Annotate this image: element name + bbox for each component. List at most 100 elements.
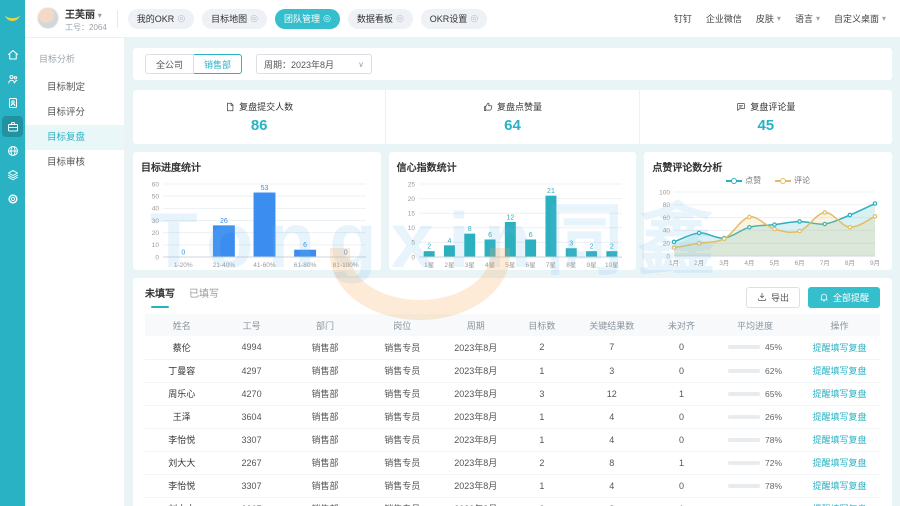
cell-period: 2023年8月 [439,336,513,359]
progress-value: 45% [765,342,782,352]
menu-custom-desktop[interactable]: 自定义桌面▾ [834,12,886,25]
layers-icon[interactable] [2,164,23,185]
svg-text:21-40%: 21-40% [213,262,236,269]
progress-bar [728,345,760,349]
goal-progress-bar-chart: 010203040506001-20%2621-40%5341-60%661-8… [141,174,372,270]
remind-fill-review-link[interactable]: 提醒填写复盘 [813,412,867,422]
cell-objectives: 2 [512,451,571,474]
svg-text:1-20%: 1-20% [174,262,193,269]
legend-likes[interactable]: 点赞 [726,175,761,186]
cell-period: 2023年8月 [439,474,513,497]
avatar[interactable] [37,7,59,29]
svg-text:5: 5 [411,240,415,247]
cell-department: 销售部 [285,336,366,359]
cell-department: 销售部 [285,474,366,497]
nav-tab-goal-map[interactable]: 目标地图◎ [202,9,267,29]
table-row: 王泽 3604 销售部 销售专员 2023年8月 1 4 0 26% 提醒填写复… [145,405,880,428]
cell-avg-progress: 26% [711,405,799,428]
cell-employee-id: 4270 [219,382,285,405]
menu-skin[interactable]: 皮肤▾ [756,12,781,25]
cell-department: 销售部 [285,497,366,506]
cell-action: 提醒填写复盘 [799,451,880,474]
table-row: 丁曼容 4297 销售部 销售专员 2023年8月 1 3 0 62% 提醒填写… [145,359,880,382]
cell-position: 销售专员 [365,497,439,506]
gear-icon[interactable] [2,188,23,209]
svg-text:61-80%: 61-80% [294,262,317,269]
employee-id: 工号：2064 [65,23,107,32]
globe-icon[interactable] [2,140,23,161]
svg-text:7月: 7月 [820,259,830,267]
cell-position: 销售专员 [365,359,439,382]
cell-position: 销售专员 [365,451,439,474]
remind-all-button[interactable]: 全部提醒 [808,287,880,308]
progress-value: 72% [765,458,782,468]
remind-fill-review-link[interactable]: 提醒填写复盘 [813,389,867,399]
table-row: 李怡悦 3307 销售部 销售专员 2023年8月 1 4 0 78% 提醒填写… [145,428,880,451]
period-select[interactable]: 周期：2023年8月∨ [256,54,372,74]
cell-action: 提醒填写复盘 [799,497,880,506]
current-user[interactable]: 王芙丽 ▾ 工号：2064 [37,5,107,33]
chart-goal-progress: 目标进度统计 010203040506001-20%2621-40%5341-6… [133,152,381,270]
cell-action: 提醒填写复盘 [799,359,880,382]
sidebar-item-goal-audit[interactable]: 目标审核 [25,150,124,175]
chart-legend: 点赞 评论 [652,174,884,187]
menu-wecom[interactable]: 企业微信 [706,12,742,25]
chevron-down-icon: ▾ [777,14,781,23]
scope-option-sales-dept[interactable]: 销售部 [194,54,242,74]
nav-tab-okr-settings[interactable]: OKR设置◎ [421,9,487,29]
legend-comments[interactable]: 评论 [775,175,810,186]
svg-text:8月: 8月 [845,259,855,267]
remind-fill-review-link[interactable]: 提醒填写复盘 [813,481,867,491]
cell-period: 2023年8月 [439,382,513,405]
menu-language[interactable]: 语言▾ [795,12,820,25]
remind-fill-review-link[interactable]: 提醒填写复盘 [813,458,867,468]
svg-text:8: 8 [467,226,471,233]
svg-text:6: 6 [303,242,307,249]
cell-action: 提醒填写复盘 [799,405,880,428]
cell-action: 提醒填写复盘 [799,336,880,359]
home-icon[interactable] [2,44,23,65]
table-toolbar: 未填写 已填写 导出 全部提醒 [145,284,880,310]
cell-unaligned: 1 [652,451,711,474]
cell-period: 2023年8月 [439,428,513,451]
table-row: 周乐心 4270 销售部 销售专员 2023年8月 3 12 1 65% 提醒填… [145,382,880,405]
svg-text:3星: 3星 [464,261,475,269]
nav-tab-my-okr[interactable]: 我的OKR◎ [128,9,194,29]
col-period: 周期 [439,314,513,336]
cell-objectives: 2 [512,336,571,359]
col-name: 姓名 [145,314,219,336]
tab-filled[interactable]: 已填写 [189,284,219,310]
cell-action: 提醒填写复盘 [799,428,880,451]
remind-fill-review-link[interactable]: 提醒填写复盘 [813,343,867,353]
cell-department: 销售部 [285,359,366,382]
team-icon[interactable] [2,68,23,89]
tab-not-filled[interactable]: 未填写 [145,284,175,310]
nav-tab-data-board[interactable]: 数据看板◎ [348,9,413,29]
col-actions: 操作 [799,314,880,336]
scope-option-company[interactable]: 全公司 [145,54,194,74]
nav-tab-team-manage[interactable]: 团队管理◎ [275,9,340,29]
table-row: 蔡伦 4994 销售部 销售专员 2023年8月 2 7 0 45% 提醒填写复… [145,336,880,359]
svg-text:30: 30 [152,218,160,225]
legend-marker-icon [726,177,742,184]
svg-text:5星: 5星 [505,261,516,269]
sidebar-item-goal-review[interactable]: 目标复盘 [25,125,124,150]
cell-key-results: 4 [571,474,652,497]
brand-logo[interactable] [0,0,25,38]
remind-fill-review-link[interactable]: 提醒填写复盘 [813,435,867,445]
export-button[interactable]: 导出 [746,287,800,308]
cell-action: 提醒填写复盘 [799,474,880,497]
subnav-title: 目标分析 [25,38,124,75]
like-icon [483,102,493,112]
cell-unaligned: 1 [652,382,711,405]
remind-fill-review-link[interactable]: 提醒填写复盘 [813,366,867,376]
certificate-icon[interactable] [2,92,23,113]
stat-value: 64 [504,117,521,134]
menu-dingtalk[interactable]: 钉钉 [674,12,692,25]
sidebar-item-goal-scoring[interactable]: 目标评分 [25,100,124,125]
cell-objectives: 3 [512,382,571,405]
sidebar-item-goal-setting[interactable]: 目标制定 [25,75,124,100]
cell-unaligned: 0 [652,474,711,497]
briefcase-icon[interactable] [2,116,23,137]
divider [117,10,118,28]
